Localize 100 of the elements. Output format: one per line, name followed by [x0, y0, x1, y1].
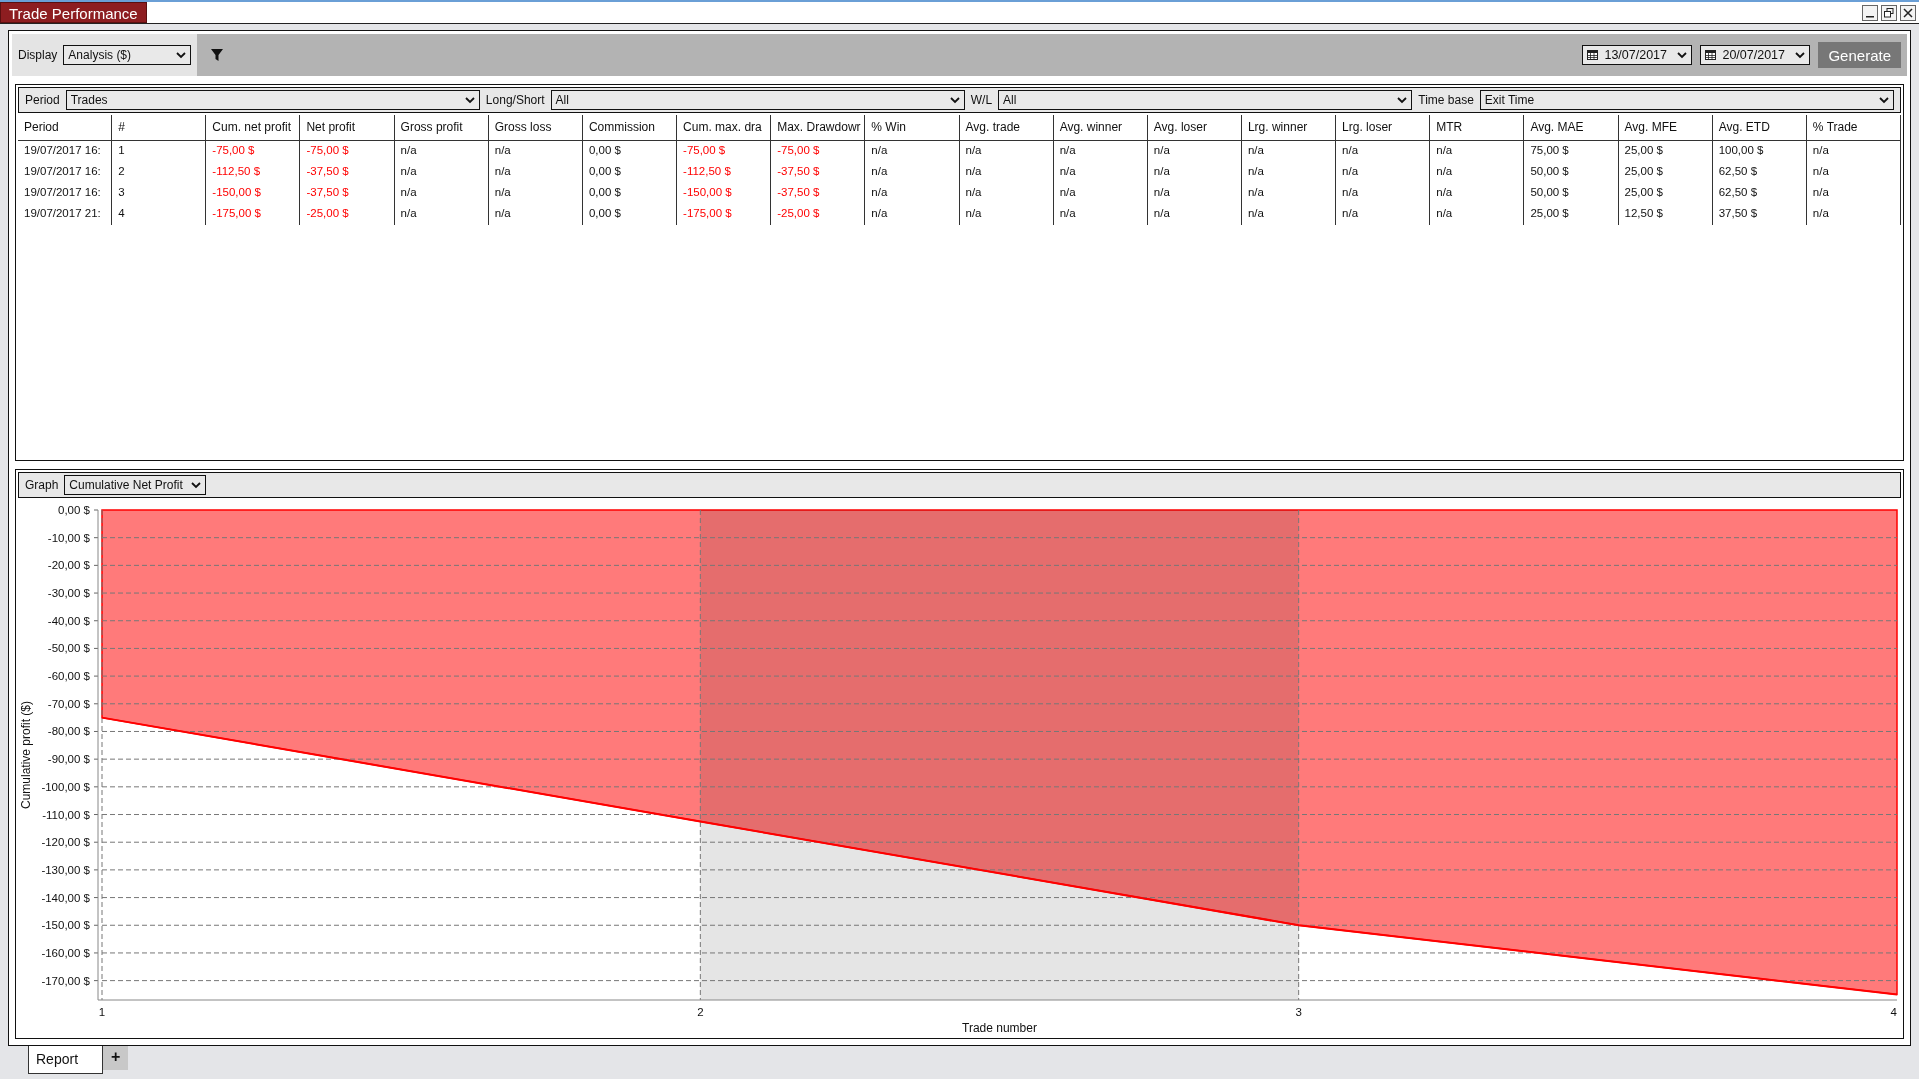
tick-label: 4 [1890, 1006, 1897, 1018]
graph-dropdown[interactable]: Cumulative Net Profit [64, 475, 207, 495]
tick-label: -150,00 $ [41, 919, 90, 932]
graph-label: Graph [25, 478, 59, 492]
window-title: Trade Performance [0, 2, 147, 23]
table-cell: n/a [1241, 204, 1337, 225]
table-cell: n/a [1336, 141, 1431, 162]
table-cell: n/a [865, 141, 960, 162]
report-tab[interactable]: Report [28, 1046, 104, 1074]
table-cell: -175,00 $ [206, 204, 301, 225]
column-header[interactable]: % Win [865, 115, 960, 141]
tick-label: -90,00 $ [47, 753, 90, 766]
tick-label: -130,00 $ [41, 863, 90, 876]
table-cell: 25,00 $ [1618, 141, 1713, 162]
tick-label: -100,00 $ [41, 780, 90, 793]
table-cell: 3 [112, 183, 207, 204]
restore-icon[interactable] [1881, 4, 1897, 21]
table-cell: 25,00 $ [1524, 204, 1619, 225]
minimize-icon[interactable] [1862, 4, 1878, 21]
table-cell: n/a [959, 162, 1054, 183]
table-cell: n/a [394, 183, 489, 204]
table-cell: -112,50 $ [677, 162, 772, 183]
table-cell: 1 [112, 141, 207, 162]
tick-label: 3 [1295, 1006, 1302, 1018]
table-cell: n/a [1053, 204, 1148, 225]
filter-dropdown[interactable]: Trades [65, 90, 480, 110]
column-header[interactable]: Net profit [300, 115, 395, 141]
table-cell: 75,00 $ [1524, 141, 1619, 162]
table-cell: n/a [1147, 141, 1242, 162]
filter-dropdown[interactable]: All [550, 90, 965, 110]
column-header[interactable]: Avg. MFE [1618, 115, 1713, 141]
tick-label: -10,00 $ [47, 531, 90, 544]
column-header[interactable]: Max. Drawdowr [771, 115, 866, 141]
filter-icon[interactable] [211, 48, 224, 62]
caret-icon [176, 51, 187, 59]
tick-label: 0,00 $ [58, 504, 90, 516]
table-cell: n/a [1430, 141, 1525, 162]
tick-label: -30,00 $ [47, 587, 90, 600]
add-tab-button[interactable]: + [103, 1046, 129, 1070]
caret-icon [464, 96, 475, 104]
column-header[interactable]: Cum. net profit [206, 115, 301, 141]
tick-label: -140,00 $ [41, 891, 90, 904]
column-header[interactable]: Period [18, 115, 113, 141]
table-cell: n/a [1053, 183, 1148, 204]
table-cell: 0,00 $ [582, 204, 678, 225]
table-cell: n/a [1430, 204, 1525, 225]
table-cell: 0,00 $ [582, 183, 678, 204]
display-label: Display [18, 48, 58, 62]
column-header[interactable]: Avg. ETD [1712, 115, 1807, 141]
table-cell: -25,00 $ [771, 204, 866, 225]
tick-label: -40,00 $ [47, 614, 90, 627]
column-header[interactable]: Gross profit [394, 115, 489, 141]
column-header[interactable]: Commission [582, 115, 678, 141]
table-cell: n/a [1147, 183, 1242, 204]
filter-dropdown[interactable]: All [998, 90, 1413, 110]
tick-label: -60,00 $ [47, 670, 90, 683]
table-cell: -150,00 $ [677, 183, 772, 204]
table-cell: n/a [1241, 162, 1337, 183]
table-cell: 62,50 $ [1712, 162, 1807, 183]
calendar-icon [1587, 50, 1599, 60]
column-header[interactable]: # [112, 115, 207, 141]
column-header[interactable]: Lrg. loser [1336, 115, 1431, 141]
start-date-picker[interactable]: 13/07/2017 [1582, 45, 1693, 65]
table-cell: -37,50 $ [300, 183, 395, 204]
table-cell: n/a [959, 183, 1054, 204]
display-dropdown[interactable]: Analysis ($) [63, 45, 192, 65]
table-cell: n/a [488, 162, 583, 183]
table-cell: 25,00 $ [1618, 162, 1713, 183]
table-cell: -112,50 $ [206, 162, 301, 183]
column-header[interactable]: Gross loss [488, 115, 583, 141]
generate-button[interactable]: Generate [1818, 42, 1901, 68]
column-header[interactable]: Lrg. winner [1241, 115, 1337, 141]
table-cell: n/a [1241, 141, 1337, 162]
tick-label: 1 [98, 1006, 106, 1018]
table-cell: n/a [1053, 162, 1148, 183]
filter-dropdown[interactable]: Exit Time [1479, 90, 1894, 110]
end-date-picker[interactable]: 20/07/2017 [1700, 45, 1811, 65]
column-header[interactable]: % Trade [1806, 115, 1901, 141]
table-cell: n/a [959, 141, 1054, 162]
table-cell: n/a [488, 141, 583, 162]
table-cell: 19/07/2017 16: [18, 183, 113, 204]
table-cell: 4 [112, 204, 207, 225]
column-header[interactable]: MTR [1430, 115, 1525, 141]
caret-icon [1879, 96, 1889, 104]
table-cell: 0,00 $ [582, 141, 678, 162]
filter-label: Period [25, 93, 60, 107]
column-header[interactable]: Avg. MAE [1524, 115, 1619, 141]
column-header[interactable]: Cum. max. dra [677, 115, 772, 141]
tick-label: -170,00 $ [41, 974, 90, 987]
table-cell: 19/07/2017 16: [18, 162, 113, 183]
close-icon[interactable] [1900, 4, 1916, 21]
table-cell: -75,00 $ [771, 141, 866, 162]
column-header[interactable]: Avg. winner [1053, 115, 1148, 141]
caret-icon [191, 481, 202, 489]
table-cell: 100,00 $ [1712, 141, 1807, 162]
table-cell: n/a [1053, 141, 1148, 162]
table-cell: -75,00 $ [206, 141, 301, 162]
tick-label: -110,00 $ [42, 808, 90, 821]
column-header[interactable]: Avg. trade [959, 115, 1054, 141]
column-header[interactable]: Avg. loser [1147, 115, 1242, 141]
